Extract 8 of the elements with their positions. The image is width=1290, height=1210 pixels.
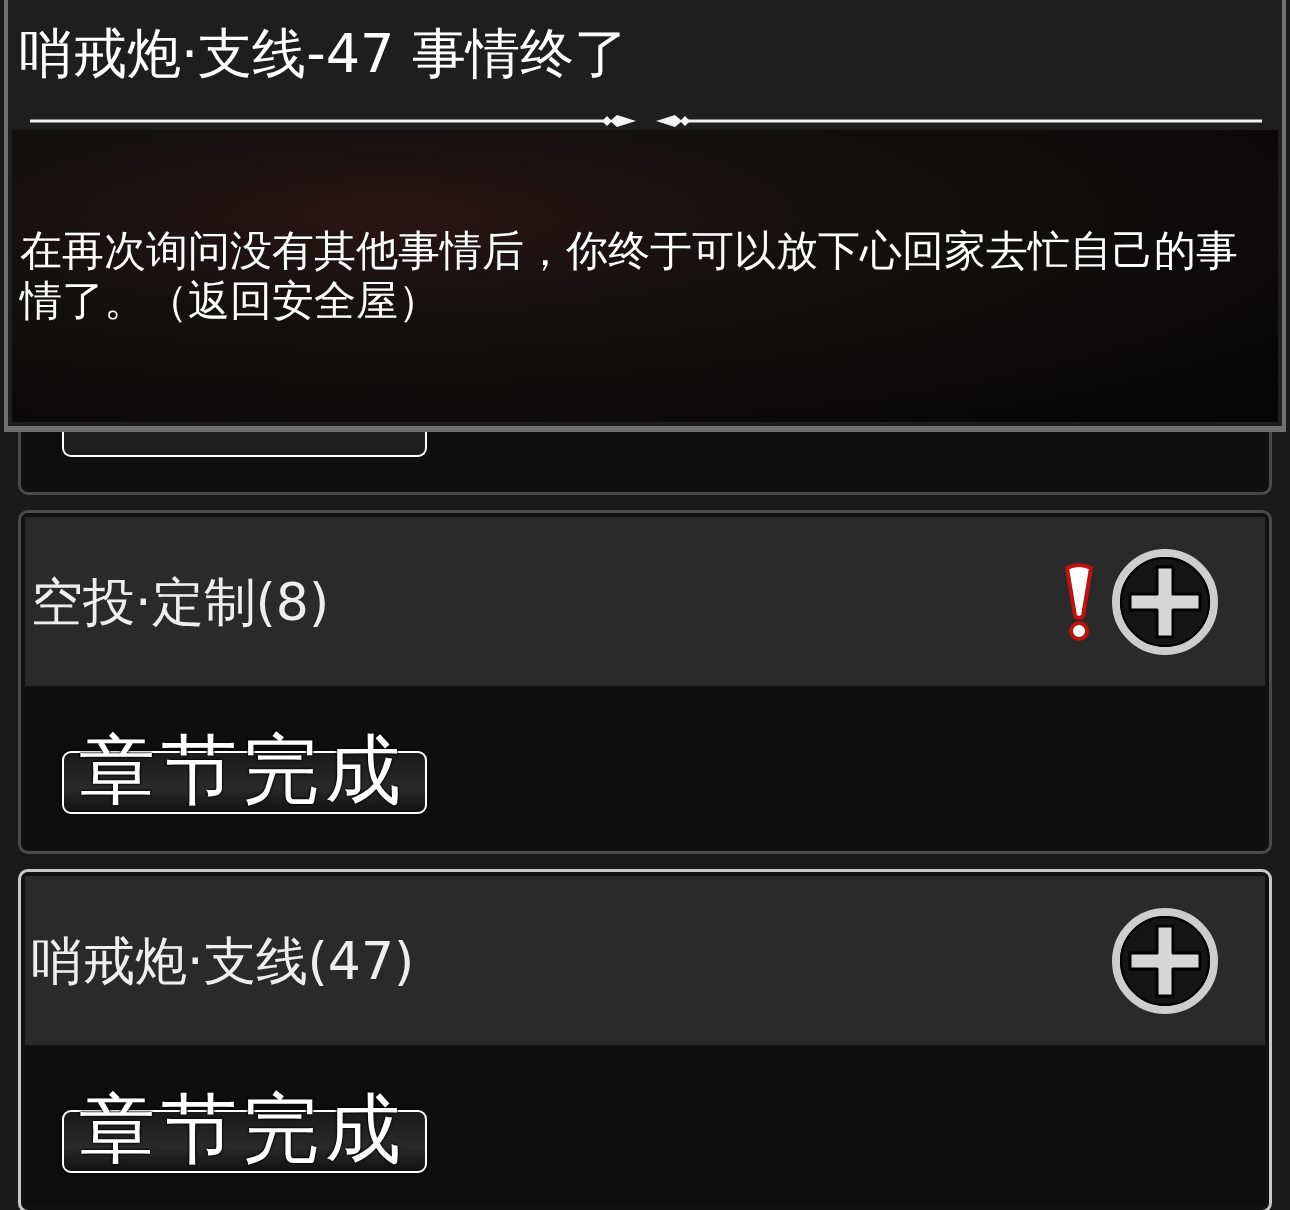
expand-button[interactable] — [1111, 547, 1219, 656]
dialog-message: 在再次询问没有其他事情后，你终于可以放下心回家去忙自己的事情了。（返回安全屋） — [20, 226, 1239, 326]
chapter-title: 空投·定制(8) — [31, 575, 330, 628]
expand-button[interactable] — [1111, 906, 1219, 1015]
plus-icon — [1111, 547, 1219, 656]
plus-icon — [1111, 906, 1219, 1015]
chapter-title: 哨戒炮·支线(47) — [31, 934, 415, 987]
dialog-title: 哨戒炮·支线-47 事情终了 — [18, 21, 629, 81]
